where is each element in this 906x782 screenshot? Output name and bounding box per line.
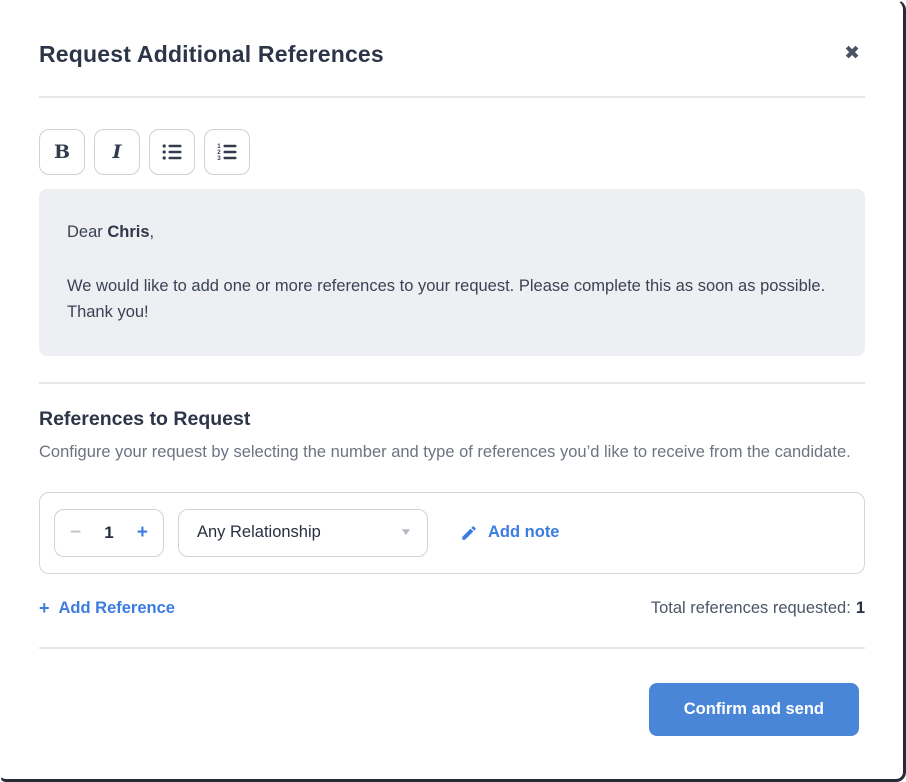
add-note-link[interactable]: Add note bbox=[460, 523, 560, 542]
message-body: We would like to add one or more referen… bbox=[67, 273, 837, 326]
references-section-description: Configure your request by selecting the … bbox=[39, 439, 859, 465]
unordered-list-button[interactable] bbox=[149, 129, 195, 175]
recipient-name: Chris bbox=[107, 223, 149, 241]
italic-icon: I bbox=[113, 141, 122, 163]
header-divider bbox=[39, 96, 865, 98]
ordered-list-button[interactable]: 1 2 3 bbox=[204, 129, 250, 175]
add-reference-label: Add Reference bbox=[59, 599, 175, 618]
message-preview[interactable]: Dear Chris, We would like to add one or … bbox=[39, 189, 865, 356]
increment-button[interactable]: + bbox=[137, 523, 148, 542]
italic-button[interactable]: I bbox=[94, 129, 140, 175]
bold-icon: B bbox=[54, 141, 70, 163]
reference-count: 1 bbox=[104, 523, 113, 543]
chevron-down-icon: ▼ bbox=[399, 527, 413, 538]
page-title: Request Additional References bbox=[39, 41, 384, 68]
plus-icon: + bbox=[39, 598, 50, 619]
unordered-list-icon bbox=[161, 141, 183, 163]
request-additional-references-modal: Request Additional References ✖ B I 1 bbox=[0, 0, 906, 782]
quantity-stepper: − 1 + bbox=[54, 509, 164, 557]
add-reference-link[interactable]: + Add Reference bbox=[39, 598, 175, 619]
relationship-select[interactable]: Any Relationship ▼ bbox=[178, 509, 428, 557]
close-icon[interactable]: ✖ bbox=[844, 44, 860, 63]
greeting-suffix: , bbox=[150, 223, 155, 241]
references-summary-row: + Add Reference Total references request… bbox=[39, 598, 865, 619]
formatting-toolbar: B I 1 2 3 bbox=[39, 129, 865, 175]
modal-header: Request Additional References ✖ bbox=[39, 1, 865, 68]
relationship-selected-value: Any Relationship bbox=[197, 523, 321, 542]
footer-divider bbox=[39, 647, 865, 649]
bold-button[interactable]: B bbox=[39, 129, 85, 175]
references-section-heading: References to Request bbox=[39, 408, 865, 431]
add-note-label: Add note bbox=[488, 523, 560, 542]
confirm-and-send-button[interactable]: Confirm and send bbox=[649, 683, 859, 736]
total-references: Total references requested: 1 bbox=[651, 599, 865, 618]
decrement-button[interactable]: − bbox=[70, 523, 81, 542]
message-divider bbox=[39, 382, 865, 384]
greeting-prefix: Dear bbox=[67, 223, 107, 241]
ordered-list-icon: 1 2 3 bbox=[216, 141, 238, 163]
modal-footer: Confirm and send bbox=[39, 683, 865, 736]
total-references-label: Total references requested: bbox=[651, 599, 851, 617]
message-greeting: Dear Chris, bbox=[67, 219, 837, 246]
total-references-value: 1 bbox=[856, 599, 865, 617]
pencil-icon bbox=[460, 524, 478, 542]
svg-text:3: 3 bbox=[217, 155, 221, 162]
reference-row: − 1 + Any Relationship ▼ Add note bbox=[39, 492, 865, 574]
